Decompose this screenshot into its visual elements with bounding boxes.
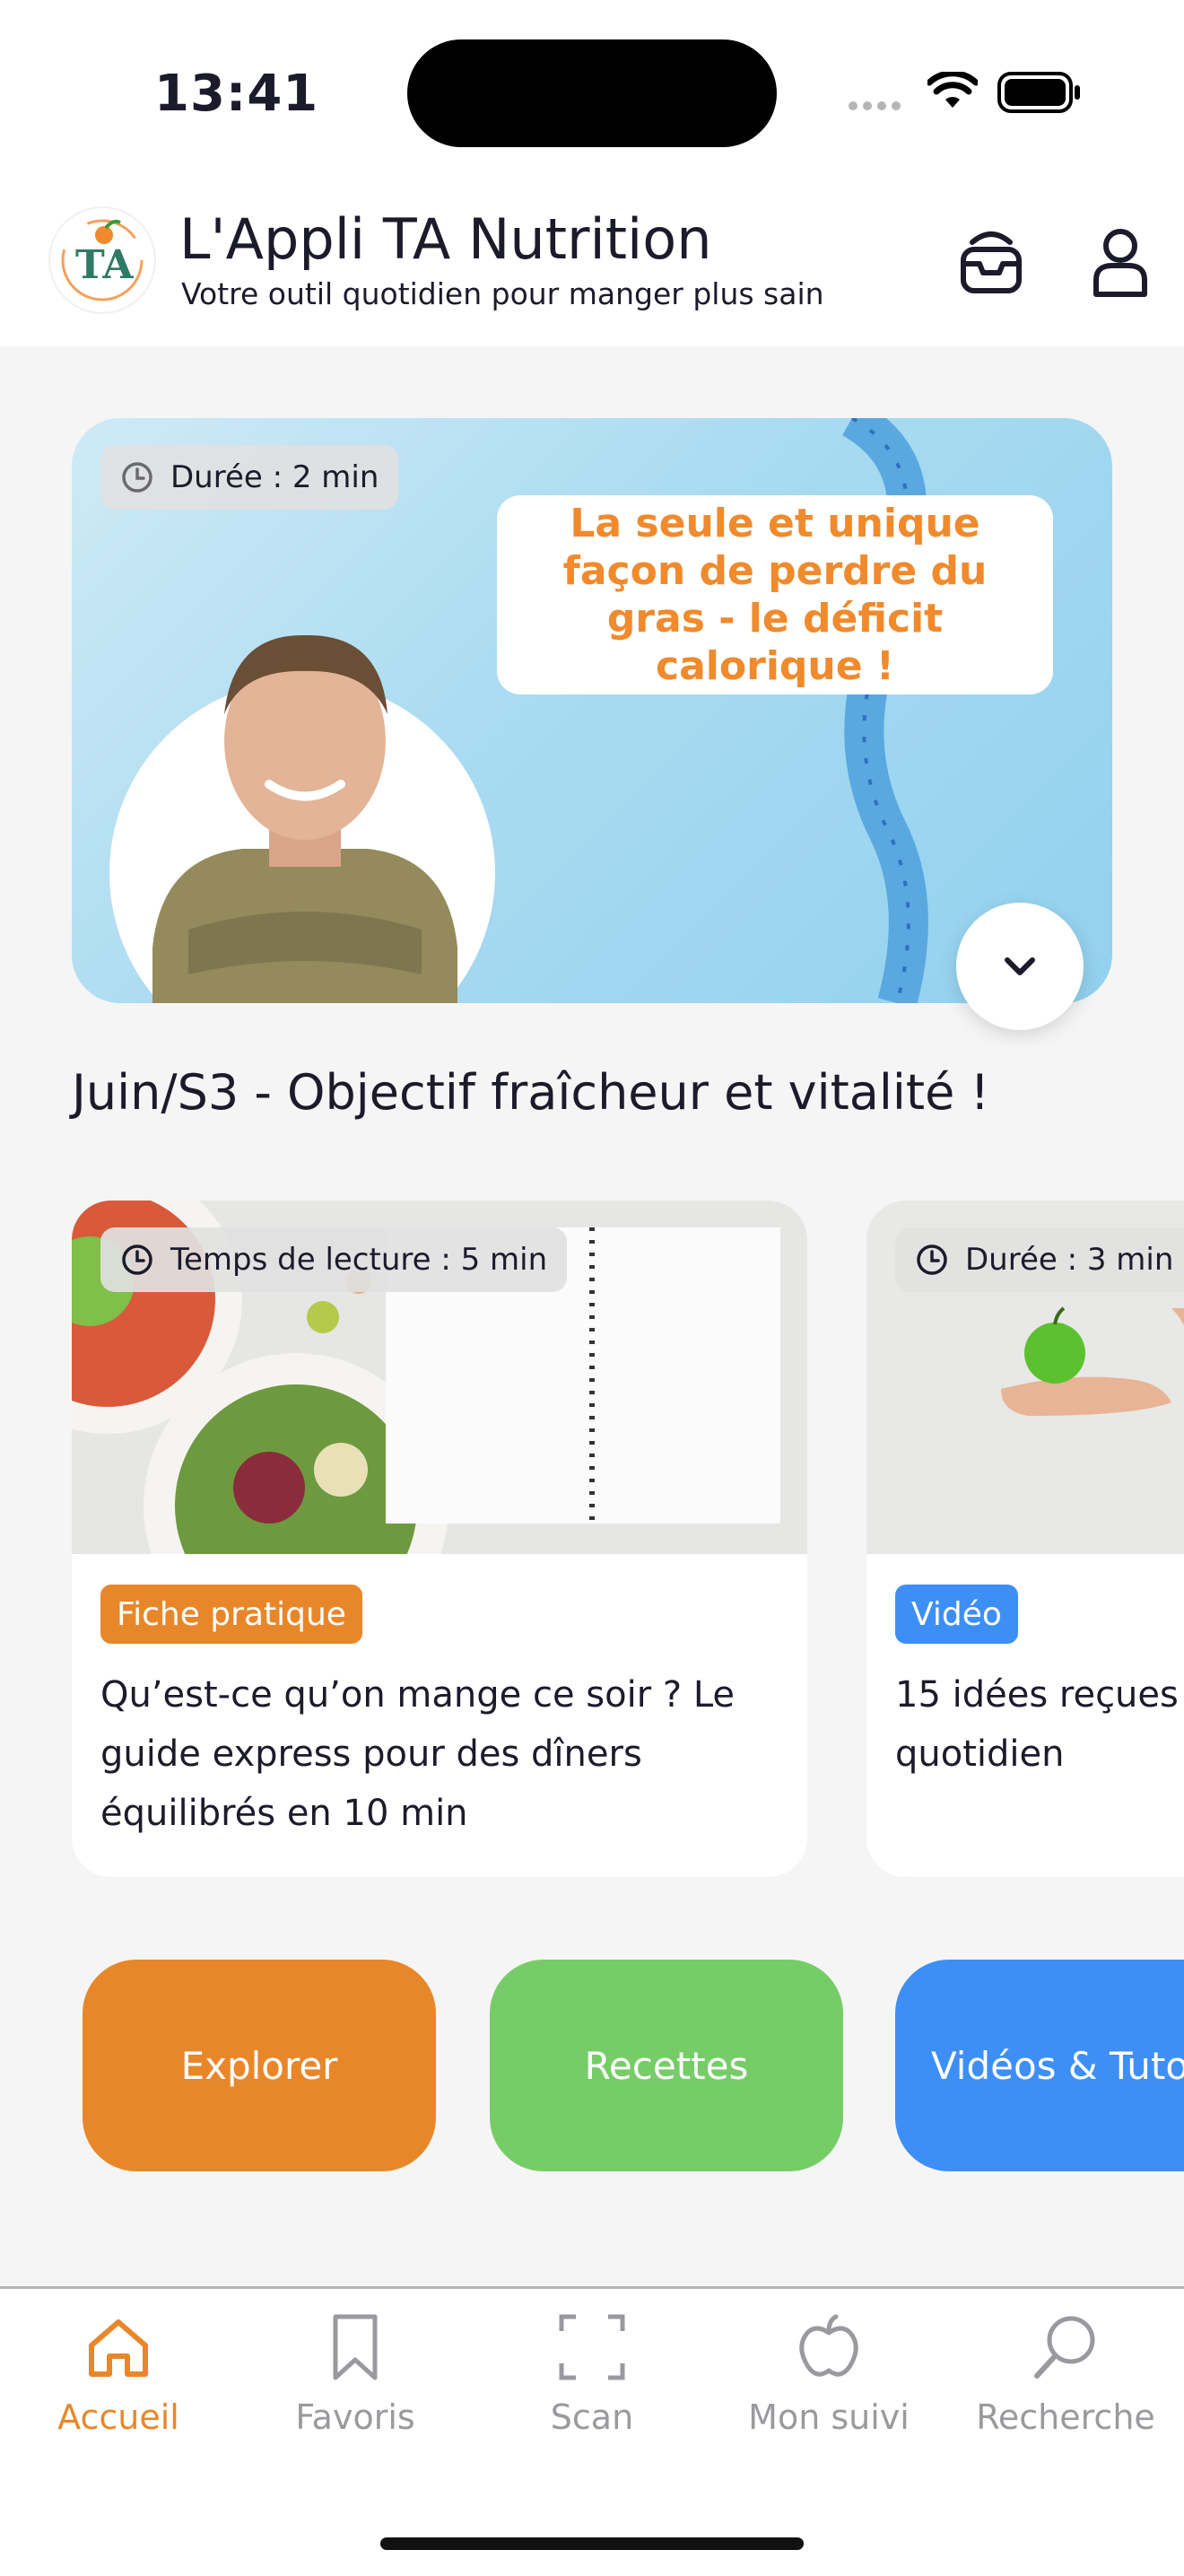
app-subtitle: Votre outil quotidien pour manger plus s…	[181, 276, 824, 311]
explorer-button[interactable]: Explorer	[83, 1960, 436, 2171]
status-time: 13:41	[154, 65, 319, 123]
tab-accueil[interactable]: Accueil	[20, 2311, 217, 2455]
duration-badge: Durée : 3 min	[895, 1227, 1184, 1292]
clock-icon	[917, 1244, 947, 1275]
chevron-down-icon	[1005, 957, 1035, 975]
tab-favoris[interactable]: Favoris	[257, 2311, 454, 2455]
app-logo: TA	[48, 206, 156, 314]
clock-icon	[122, 462, 152, 493]
section-title: Juin/S3 - Objectif fraîcheur et vitalité…	[72, 1064, 990, 1121]
tab-label: Accueil	[57, 2397, 179, 2437]
coach-photo	[152, 634, 457, 1003]
recipes-button[interactable]: Recettes	[490, 1960, 843, 2171]
inbox-icon	[961, 231, 1022, 293]
search-icon	[1034, 2316, 1095, 2379]
reading-time-badge: Temps de lecture : 5 min	[100, 1227, 568, 1292]
duration-badge: Durée : 2 min	[100, 445, 399, 510]
tab-label: Mon suivi	[748, 2397, 910, 2437]
category-tag: Fiche pratique	[100, 1585, 362, 1644]
bookmark-icon	[333, 2314, 378, 2380]
logo-text: TA	[75, 242, 134, 288]
card-title: 15 idées reçues quotidien	[895, 1674, 1179, 1775]
tab-label: Scan	[550, 2397, 634, 2437]
duration-text: Durée : 2 min	[170, 459, 379, 495]
apple-icon	[799, 2314, 858, 2377]
duration-text: Durée : 3 min	[965, 1242, 1174, 1278]
user-icon	[1093, 229, 1147, 297]
home-icon	[89, 2319, 148, 2377]
dynamic-island	[407, 39, 777, 147]
videos-tutos-button[interactable]: Vidéos & Tuto	[895, 1960, 1184, 2171]
wifi-icon	[927, 72, 978, 108]
card-title: Qu’est-ce qu’on mange ce soir ? Le guide…	[100, 1674, 736, 1834]
tab-mon-suivi[interactable]: Mon suivi	[730, 2311, 927, 2455]
inbox-button[interactable]	[951, 223, 1032, 303]
tab-recherche[interactable]: Recherche	[967, 2311, 1164, 2455]
profile-button[interactable]	[1080, 223, 1161, 303]
app-title: L'Appli TA Nutrition	[179, 206, 712, 272]
tab-label: Favoris	[295, 2397, 415, 2437]
reading-time-text: Temps de lecture : 5 min	[170, 1242, 548, 1278]
hero-quote: La seule et unique façon de perdre du gr…	[497, 495, 1053, 694]
home-indicator	[380, 2537, 804, 2550]
scan-icon	[559, 2314, 625, 2380]
expand-hero-button[interactable]	[956, 903, 1084, 1030]
battery-icon	[997, 72, 1080, 113]
tab-label: Recherche	[976, 2397, 1155, 2437]
signal-icon	[849, 97, 906, 110]
article-card[interactable]: Temps de lecture : 5 min Fiche pratique …	[72, 1201, 807, 1877]
clock-icon	[122, 1244, 152, 1275]
article-card[interactable]: Durée : 3 min Vidéo 15 idées reçues quot…	[866, 1201, 1184, 1877]
hero-card[interactable]: Durée : 2 min La seule et unique façon d…	[72, 418, 1112, 1003]
category-tag: Vidéo	[895, 1585, 1018, 1644]
tab-scan[interactable]: Scan	[493, 2311, 691, 2455]
